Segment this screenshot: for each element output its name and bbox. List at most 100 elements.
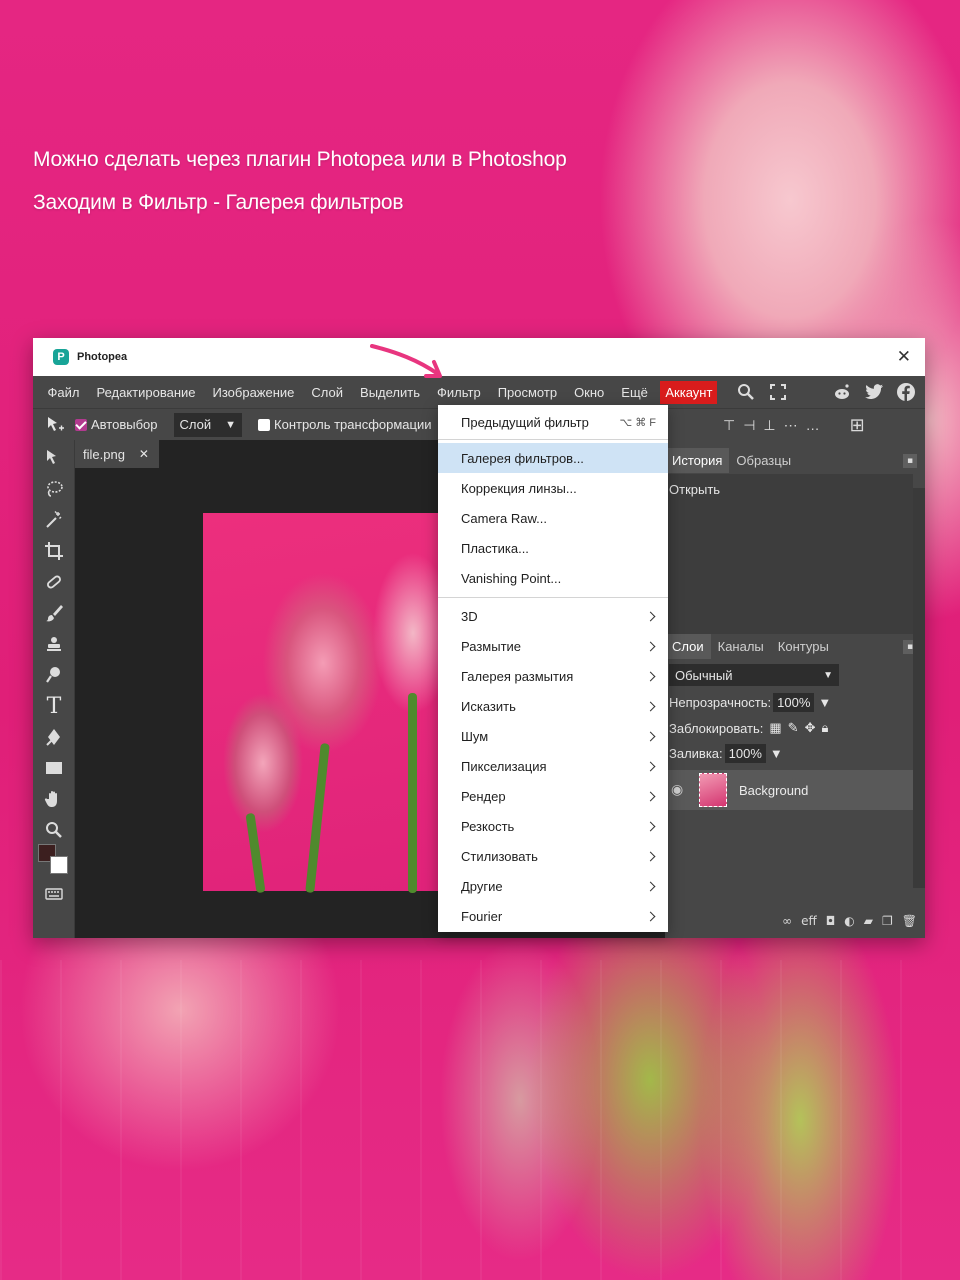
menu-window[interactable]: Окно <box>566 385 613 400</box>
menu-item-label: Исказить <box>461 698 516 714</box>
headline-line-1: Можно сделать через плагин Photopea или … <box>33 148 567 171</box>
menu-filter[interactable]: Фильтр <box>428 384 490 400</box>
move-tool-icon[interactable] <box>43 413 67 437</box>
menu-item-distort[interactable]: Исказить <box>438 691 668 721</box>
menu-item-stylize[interactable]: Стилизовать <box>438 841 668 871</box>
text-tool-icon[interactable]: T <box>40 692 68 720</box>
dropdown-arrow-icon[interactable]: ▼ <box>818 695 831 710</box>
menu-item-fourier[interactable]: Fourier <box>438 901 668 931</box>
menu-item-label: Резкость <box>461 818 515 834</box>
lock-all-icon[interactable]: 🔒︎ <box>821 720 828 736</box>
fill-input[interactable]: 100% <box>724 743 766 763</box>
menu-view[interactable]: Просмотр <box>489 385 565 400</box>
account-button[interactable]: Аккаунт <box>660 380 718 404</box>
menu-item-label: Размытие <box>461 638 522 654</box>
dropdown-arrow-icon[interactable]: ▼ <box>770 746 783 761</box>
blend-mode-select[interactable]: Обычный ▼ <box>669 664 839 686</box>
menu-item-blur-gallery[interactable]: Галерея размытия <box>438 661 668 691</box>
menu-item-sharpen[interactable]: Резкость <box>438 811 668 841</box>
layer-row-background[interactable]: ◉ Background <box>665 770 915 810</box>
twitter-icon[interactable] <box>863 381 885 403</box>
reddit-icon[interactable] <box>831 381 853 403</box>
lock-transparency-icon[interactable]: ▦ <box>769 720 781 736</box>
autoselect-checkbox[interactable] <box>75 418 87 431</box>
menu-item-camera-raw[interactable]: Camera Raw... <box>438 503 668 533</box>
tab-history[interactable]: История <box>665 447 730 473</box>
hand-tool-icon[interactable] <box>40 785 68 813</box>
magic-wand-icon[interactable] <box>40 506 68 534</box>
keyboard-icon[interactable] <box>40 880 68 908</box>
layer-thumbnail <box>699 773 727 807</box>
healing-brush-icon[interactable] <box>40 568 68 596</box>
move-tool-icon[interactable] <box>40 444 68 472</box>
link-layers-icon[interactable]: ∞ <box>782 914 792 928</box>
menu-image[interactable]: Изображение <box>204 385 303 400</box>
opacity-input[interactable]: 100% <box>773 692 815 712</box>
mask-icon[interactable]: ◘ <box>826 914 836 928</box>
tab-layers[interactable]: Слои <box>665 633 711 659</box>
crop-tool-icon[interactable] <box>40 537 68 565</box>
close-icon[interactable]: ✕ <box>139 447 149 461</box>
chevron-right-icon <box>645 731 656 741</box>
menu-item-liquify[interactable]: Пластика... <box>438 533 668 563</box>
history-item-open[interactable]: Открыть <box>669 482 720 497</box>
panel-scrollbar[interactable] <box>913 488 925 888</box>
tab-paths[interactable]: Контуры <box>771 634 836 659</box>
menu-more[interactable]: Ещё <box>613 385 657 400</box>
align-middle-icon[interactable]: ⊣ <box>743 417 755 434</box>
brush-tool-icon[interactable] <box>40 599 68 627</box>
tab-channels[interactable]: Каналы <box>711 634 771 659</box>
align-bottom-icon[interactable]: ⊥ <box>763 417 775 434</box>
grid-icon[interactable]: ⊞ <box>850 415 865 436</box>
menu-item-filter-gallery[interactable]: Галерея фильтров... <box>438 443 668 473</box>
menu-select[interactable]: Выделить <box>352 385 429 400</box>
distribute-icon[interactable]: ⋯ <box>784 417 798 434</box>
close-icon[interactable]: ✕ <box>897 347 911 367</box>
layer-effects-icon[interactable]: eff <box>801 914 817 928</box>
menu-item-render[interactable]: Рендер <box>438 781 668 811</box>
canvas-image[interactable] <box>203 513 439 894</box>
transform-controls-checkbox[interactable] <box>258 418 271 431</box>
lasso-tool-icon[interactable] <box>40 475 68 503</box>
menu-layer[interactable]: Слой <box>303 385 352 400</box>
facebook-icon[interactable] <box>895 381 917 403</box>
layer-select[interactable]: Слой ▼ <box>173 412 243 437</box>
rectangle-tool-icon[interactable] <box>40 754 68 782</box>
align-top-icon[interactable]: ⊤ <box>723 417 735 434</box>
menu-item-3d[interactable]: 3D <box>438 601 668 631</box>
more-options-icon[interactable]: … <box>806 417 820 433</box>
menu-file[interactable]: Файл <box>39 385 88 400</box>
zoom-tool-icon[interactable] <box>40 816 68 844</box>
folder-icon[interactable]: ▰ <box>864 914 873 928</box>
clone-stamp-icon[interactable] <box>40 630 68 658</box>
menu-edit[interactable]: Редактирование <box>88 385 204 400</box>
menu-item-vanishing-point[interactable]: Vanishing Point... <box>438 563 668 593</box>
menu-item-previous-filter[interactable]: Предыдущий фильтр ⌥ ⌘ F <box>438 407 668 437</box>
menu-item-noise[interactable]: Шум <box>438 721 668 751</box>
filter-menu-dropdown: Предыдущий фильтр ⌥ ⌘ F Галерея фильтров… <box>438 405 668 932</box>
menu-icon-group <box>735 376 917 408</box>
lock-pixels-icon[interactable]: ✎ <box>788 720 799 736</box>
tulip-stem <box>245 812 266 894</box>
menu-item-other[interactable]: Другие <box>438 871 668 901</box>
menu-item-blur[interactable]: Размытие <box>438 631 668 661</box>
opacity-row: Непрозрачность: 100% ▼ <box>665 689 925 715</box>
document-tab[interactable]: file.png ✕ <box>75 440 159 468</box>
new-layer-icon[interactable]: ❐ <box>882 914 893 928</box>
tab-swatches[interactable]: Образцы <box>729 448 798 473</box>
pen-tool-icon[interactable] <box>40 723 68 751</box>
background-color-swatch[interactable] <box>50 856 68 874</box>
blur-tool-icon[interactable] <box>40 661 68 689</box>
menu-divider <box>438 597 668 598</box>
adjustment-icon[interactable]: ◐ <box>844 914 854 928</box>
menu-item-lens-correction[interactable]: Коррекция линзы... <box>438 473 668 503</box>
trash-icon[interactable]: 🗑︎ <box>902 914 917 928</box>
menu-item-pixelate[interactable]: Пикселизация <box>438 751 668 781</box>
search-icon[interactable] <box>735 381 757 403</box>
eye-icon[interactable]: ◉ <box>671 782 691 798</box>
collapse-panel-icon[interactable]: ▪ <box>903 454 917 468</box>
lock-position-icon[interactable]: ✥ <box>805 720 816 736</box>
fullscreen-icon[interactable] <box>767 381 789 403</box>
chevron-down-icon: ▼ <box>823 669 833 681</box>
transform-controls-label: Контроль трансформации <box>274 417 432 432</box>
